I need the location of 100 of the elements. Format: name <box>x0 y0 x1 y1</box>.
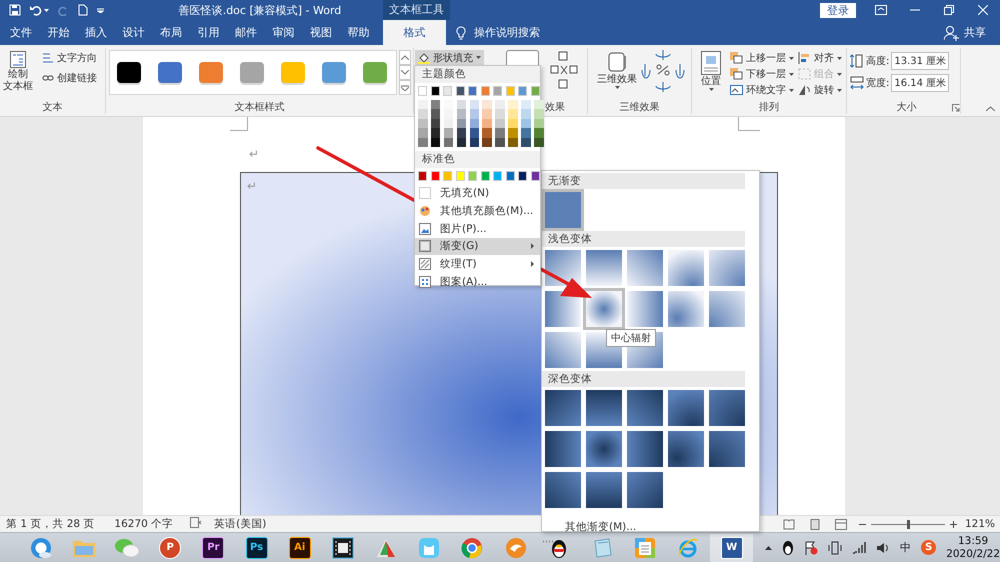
gradient-swatch[interactable] <box>586 250 622 286</box>
arrange-button[interactable]: 环绕文字 <box>728 82 796 98</box>
position-button[interactable]: 位置 <box>698 50 724 92</box>
tray-expand-icon[interactable] <box>765 546 772 550</box>
gradient-swatch[interactable] <box>586 431 622 467</box>
color-swatch[interactable] <box>518 171 528 180</box>
menu-item[interactable]: 无填充(N) <box>415 184 540 202</box>
color-swatch[interactable] <box>430 86 440 96</box>
menu-item[interactable]: 渐变(G) <box>415 238 540 256</box>
save-icon[interactable] <box>9 4 21 16</box>
input-method-indicator[interactable]: 中 <box>900 540 912 555</box>
proofing-icon[interactable] <box>190 517 202 528</box>
style-swatch[interactable] <box>240 62 264 83</box>
gradient-swatch[interactable] <box>668 390 704 426</box>
style-swatch[interactable] <box>363 62 387 83</box>
clock[interactable]: 13:59 2020/2/22 <box>946 534 1000 560</box>
print-layout-icon[interactable] <box>808 518 821 530</box>
menu-item[interactable]: 其他填充颜色(M)... <box>415 202 540 220</box>
video-app-icon[interactable]: Pr <box>202 536 224 558</box>
color-shade-column[interactable] <box>508 100 518 147</box>
color-swatch[interactable] <box>480 86 490 96</box>
gradient-swatch[interactable] <box>627 431 663 467</box>
close-icon[interactable] <box>978 5 988 15</box>
ribbon-tab[interactable]: 邮件 <box>227 20 264 45</box>
arrange-button[interactable]: 旋转 <box>796 82 844 98</box>
leaf-app-icon[interactable] <box>375 536 398 558</box>
gradient-swatch[interactable] <box>627 390 663 426</box>
gradient-swatch[interactable] <box>668 431 704 467</box>
arrange-button[interactable]: 上移一层 <box>728 50 796 66</box>
ribbon-tab[interactable]: 文件 <box>2 20 40 45</box>
photo-app-icon[interactable]: Ps <box>246 536 268 558</box>
color-swatch[interactable] <box>468 171 478 180</box>
ribbon-tab[interactable]: 格式 <box>383 20 446 45</box>
style-swatch[interactable] <box>281 62 305 83</box>
color-swatch[interactable] <box>493 171 502 180</box>
scroll-up-button[interactable] <box>399 50 411 65</box>
ribbon-tab[interactable]: 设计 <box>114 20 152 45</box>
gradient-swatch[interactable] <box>545 472 581 508</box>
flag-icon[interactable] <box>804 540 818 554</box>
ribbon-tab[interactable]: 插入 <box>77 20 114 45</box>
new-document-icon[interactable] <box>78 4 88 16</box>
scroll-down-button[interactable] <box>399 65 411 80</box>
ribbon-display-icon[interactable] <box>875 5 887 15</box>
color-swatch[interactable] <box>506 86 515 96</box>
gradient-swatch[interactable] <box>545 192 581 228</box>
web-layout-icon[interactable] <box>834 518 847 530</box>
slides-app-icon[interactable]: P <box>159 536 182 558</box>
style-swatch[interactable] <box>322 62 346 83</box>
color-shade-column[interactable] <box>444 100 454 147</box>
gradient-swatch[interactable] <box>586 472 622 508</box>
shape-fill-button[interactable]: 形状填充 <box>415 50 484 65</box>
gradient-swatch[interactable] <box>668 250 704 286</box>
gradient-swatch[interactable] <box>627 472 663 508</box>
chat-app-icon[interactable] <box>114 536 140 558</box>
color-swatch[interactable] <box>506 171 515 180</box>
gradient-swatch[interactable] <box>545 332 581 368</box>
color-swatch[interactable] <box>530 171 540 180</box>
explorer-icon[interactable] <box>677 536 700 558</box>
gradient-swatch[interactable] <box>709 291 745 327</box>
color-shade-column[interactable] <box>521 100 531 147</box>
ribbon-tab[interactable]: 布局 <box>152 20 190 45</box>
size-field[interactable]: 13.31 厘米 <box>891 52 950 70</box>
color-swatch[interactable] <box>443 86 452 96</box>
color-swatch[interactable] <box>456 86 465 96</box>
gradient-swatch[interactable] <box>709 250 745 286</box>
style-swatch[interactable] <box>117 62 141 83</box>
vector-app-icon[interactable]: Ai <box>288 536 311 558</box>
calendar-app-icon[interactable] <box>634 536 656 558</box>
zoom-in-icon[interactable] <box>950 520 957 528</box>
device-icon[interactable] <box>828 540 842 554</box>
gradient-swatch[interactable] <box>545 390 581 426</box>
color-shade-column[interactable] <box>470 100 480 147</box>
collapse-ribbon-icon[interactable] <box>986 106 995 111</box>
globe-app-icon[interactable] <box>28 536 53 560</box>
draw-textbox-button[interactable]: 绘制 文本框 <box>0 50 36 93</box>
color-shade-column[interactable] <box>418 100 428 147</box>
menu-item[interactable]: 图片(P)... <box>415 220 540 238</box>
color-swatch[interactable] <box>456 171 465 180</box>
fox-app-icon[interactable] <box>504 536 527 558</box>
undo-icon[interactable] <box>30 4 42 16</box>
read-mode-icon[interactable] <box>782 518 795 530</box>
signal-icon[interactable] <box>852 542 866 554</box>
ribbon-tab[interactable]: 视图 <box>302 20 340 45</box>
size-field[interactable]: 16.14 厘米 <box>891 74 950 92</box>
menu-item[interactable]: 其他渐变(M)... <box>565 520 636 534</box>
color-swatch[interactable] <box>518 86 528 96</box>
arrange-button[interactable]: 下移一层 <box>728 66 796 82</box>
style-swatch[interactable] <box>158 62 182 83</box>
volume-icon[interactable] <box>876 542 890 554</box>
color-swatch[interactable] <box>418 86 428 96</box>
color-swatch[interactable] <box>430 171 440 180</box>
color-shade-column[interactable] <box>534 100 544 147</box>
gradient-swatch[interactable] <box>709 431 745 467</box>
color-shade-column[interactable] <box>482 100 492 147</box>
color-swatch[interactable] <box>418 171 428 180</box>
color-swatch[interactable] <box>530 86 540 96</box>
gradient-swatch[interactable] <box>586 390 622 426</box>
menu-item[interactable]: 纹理(T) <box>415 255 540 273</box>
style-swatch[interactable] <box>199 62 223 83</box>
color-swatch[interactable] <box>443 171 452 180</box>
